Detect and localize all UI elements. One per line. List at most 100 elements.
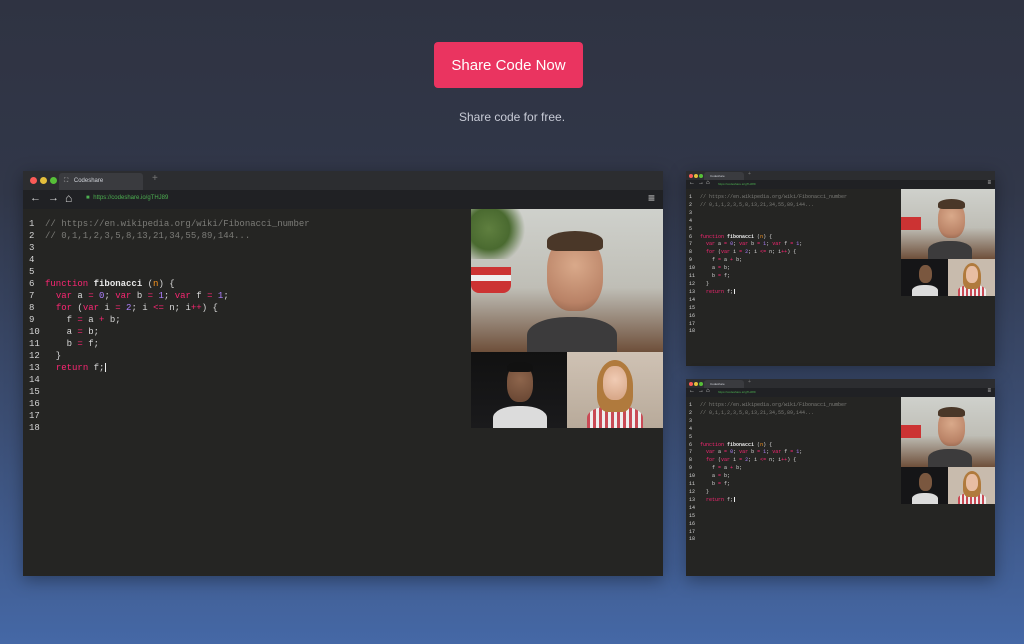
url-field[interactable]: ■ https://codeshare.io/gTHJ89	[86, 195, 168, 201]
line-number: 8	[689, 457, 693, 464]
code-token: // https://en.wikipedia.org/wiki/Fibonac…	[700, 194, 848, 200]
line-number: 4	[29, 255, 35, 265]
browser-tab[interactable]: ⛶ Codeshare	[59, 173, 143, 190]
video-participant-3	[948, 467, 995, 504]
address-bar: ← → ⌂ https://codeshare.io/gTHJ89 ≡	[686, 180, 995, 189]
person-head	[919, 265, 932, 283]
line-number: 2	[29, 231, 35, 241]
code-token: b	[700, 273, 719, 280]
close-window-dot[interactable]	[689, 174, 693, 178]
code-editor[interactable]: 1 // https://en.wikipedia.org/wiki/Fibona…	[686, 397, 995, 576]
code-token: b;	[733, 465, 743, 472]
line-number: 3	[689, 417, 693, 424]
line-number: 7	[689, 449, 693, 456]
maximize-window-dot[interactable]	[699, 174, 703, 178]
browser-titlebar: ⛶ Codeshare +	[23, 171, 663, 190]
close-window-dot[interactable]	[30, 177, 37, 184]
code-token: b;	[721, 473, 731, 480]
code-token: a	[700, 265, 719, 272]
code-line: 14	[689, 297, 847, 305]
forward-arrow-icon[interactable]: →	[48, 192, 59, 204]
menu-icon[interactable]: ≡	[648, 191, 655, 205]
back-arrow-icon[interactable]: ←	[30, 192, 41, 204]
new-tab-button[interactable]: +	[152, 173, 158, 184]
tagline: Share code for free.	[458, 110, 566, 124]
url-text[interactable]: https://codeshare.io/gTHJ89	[718, 182, 756, 186]
line-number: 10	[689, 473, 696, 480]
video-participant-2	[471, 352, 567, 428]
maximize-window-dot[interactable]	[699, 382, 703, 386]
code-token: var	[739, 449, 749, 456]
code-line: 10 a = b;	[689, 265, 847, 273]
code-token: var	[772, 241, 782, 248]
video-main-participant	[901, 189, 995, 259]
browser-tab[interactable]: Codeshare	[704, 172, 744, 180]
code-line: 16	[689, 313, 847, 321]
line-number: 18	[689, 536, 696, 543]
code-token: a	[72, 291, 89, 301]
code-line: 6 function fibonacci (n) {	[29, 278, 310, 290]
person-hair	[938, 199, 965, 209]
person-body	[912, 285, 938, 296]
code-token: ) {	[763, 441, 773, 448]
video-participant-2	[901, 259, 948, 296]
line-number: 15	[29, 387, 40, 397]
code-token: var	[721, 249, 731, 256]
code-line: 3	[29, 242, 310, 254]
share-code-now-button[interactable]: Share Code Now	[434, 42, 583, 88]
minimize-window-dot[interactable]	[40, 177, 47, 184]
menu-icon[interactable]: ≡	[987, 388, 991, 394]
minimize-window-dot[interactable]	[694, 382, 698, 386]
code-token: var	[55, 291, 73, 301]
menu-icon[interactable]: ≡	[987, 180, 991, 186]
home-icon[interactable]: ⌂	[706, 388, 710, 394]
new-tab-button[interactable]: +	[748, 171, 751, 177]
code-token: f;	[721, 273, 731, 280]
line-number: 12	[689, 488, 696, 495]
home-icon[interactable]: ⌂	[65, 191, 72, 205]
code-token: var	[721, 457, 731, 464]
code-token: fibonacci	[727, 233, 755, 240]
code-token: return	[706, 496, 725, 503]
browser-tab[interactable]: Codeshare	[704, 380, 744, 388]
code-line: 17	[689, 529, 847, 537]
code-editor[interactable]: 1 // https://en.wikipedia.org/wiki/Fibona…	[686, 189, 995, 366]
line-number: 18	[29, 423, 40, 433]
back-arrow-icon[interactable]: ←	[689, 180, 695, 186]
code-token: }	[700, 488, 710, 495]
forward-arrow-icon[interactable]: →	[698, 388, 704, 394]
back-arrow-icon[interactable]: ←	[689, 388, 695, 394]
code-token: i	[99, 303, 116, 313]
new-tab-button[interactable]: +	[748, 379, 751, 385]
code-line: 18	[689, 536, 847, 544]
preview-browser-window-1: Codeshare + ← → ⌂ https://codeshare.io/g…	[686, 171, 995, 366]
minimize-window-dot[interactable]	[694, 174, 698, 178]
code-token: ++	[190, 303, 202, 313]
code-token: n; i	[163, 303, 191, 313]
tab-title: Codeshare	[73, 178, 104, 184]
code-token: f;	[82, 339, 100, 349]
code-line: 10 a = b;	[689, 473, 847, 481]
url-text[interactable]: https://codeshare.io/gTHJ89	[718, 390, 756, 394]
person-body	[928, 241, 972, 259]
forward-arrow-icon[interactable]: →	[698, 180, 704, 186]
code-line: 17	[689, 321, 847, 329]
browser-titlebar: Codeshare +	[686, 379, 995, 388]
close-window-dot[interactable]	[689, 382, 693, 386]
code-token: for	[706, 249, 716, 256]
code-token: a	[45, 327, 78, 337]
code-token: <=	[153, 303, 164, 313]
maximize-window-dot[interactable]	[50, 177, 57, 184]
line-number: 5	[29, 267, 35, 277]
person-body	[527, 317, 617, 352]
code-line: 3	[689, 418, 847, 426]
code-editor[interactable]: 1 // https://en.wikipedia.org/wiki/Fibona…	[23, 209, 663, 576]
code-token: f	[190, 291, 208, 301]
code-line: 5	[29, 266, 310, 278]
code-token: i	[730, 249, 740, 256]
line-number: 16	[689, 312, 696, 319]
line-number: 1	[689, 194, 693, 200]
home-icon[interactable]: ⌂	[706, 180, 710, 186]
red-shelf-decoration	[901, 217, 921, 230]
